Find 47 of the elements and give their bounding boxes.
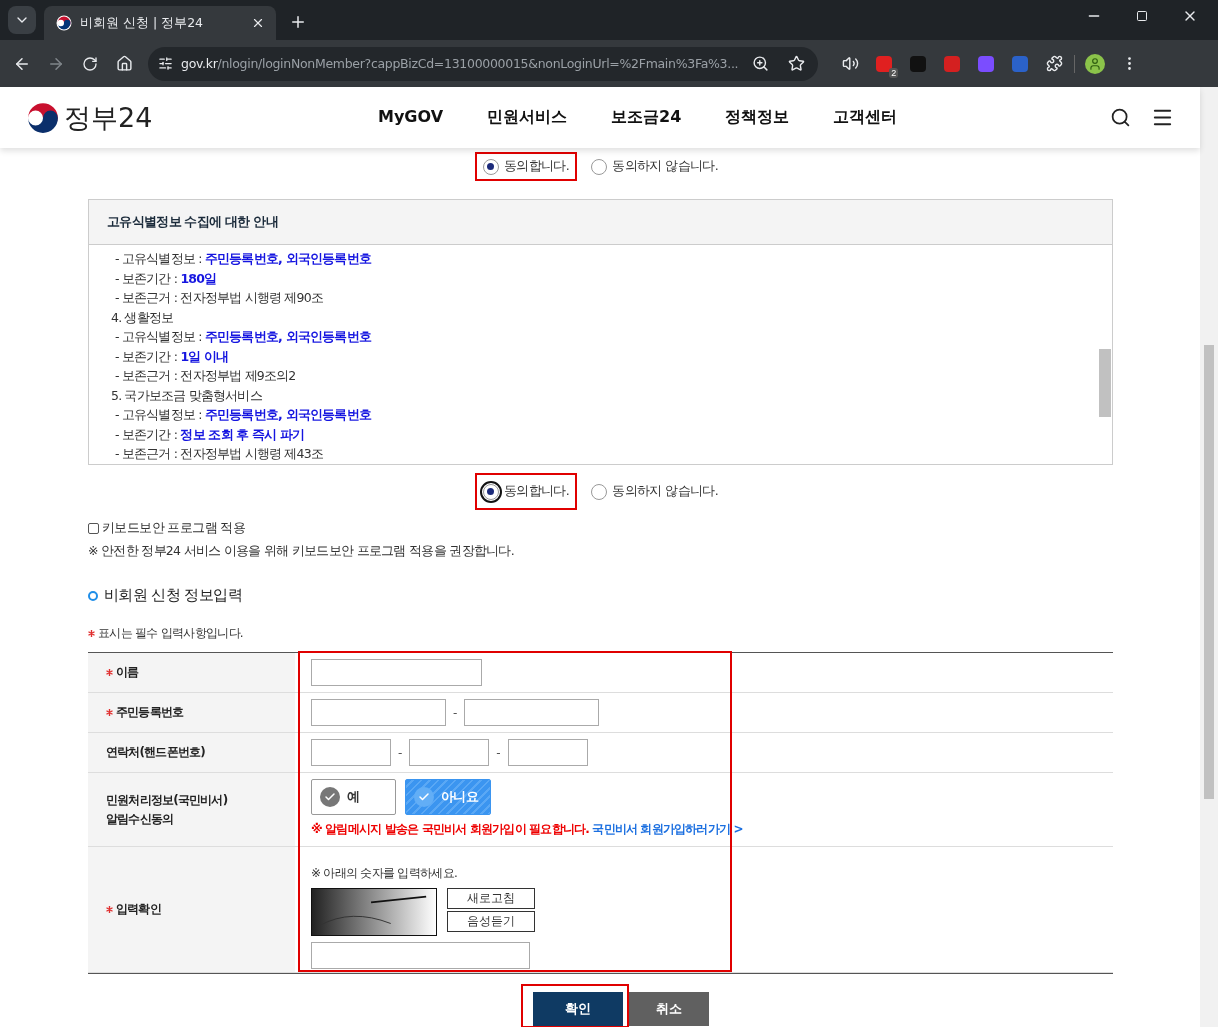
notice-line: 4. 생활정보: [111, 308, 175, 327]
nav-link[interactable]: 민원서비스: [465, 107, 590, 128]
notice-line: - 보존근거 : 전자정부법 시행령 제43조: [114, 445, 325, 463]
section-title: 비회원 신청 정보입력: [104, 586, 242, 605]
tab-title: 비회원 신청 | 정부24: [80, 14, 205, 32]
field-label: 이름: [116, 664, 139, 681]
nav-link[interactable]: 고객센터: [811, 107, 920, 128]
extension-badge: 2: [889, 67, 899, 78]
url-text: gov.kr/nlogin/loginNonMember?cappBizCd=13100000015&nonLoginUrl=%2Fmain%3Fa%3...: [181, 56, 739, 71]
notice-line: - 보존기간 : 1일 이내: [114, 347, 230, 366]
choice-button[interactable]: 예: [311, 779, 396, 815]
nav-link[interactable]: MyGOV: [356, 107, 466, 128]
radio-option[interactable]: 동의하지 않습니다.: [583, 477, 727, 506]
captcha-button[interactable]: 새로고침: [447, 888, 535, 909]
captcha-button[interactable]: 음성듣기: [447, 911, 535, 932]
notice-line: - 고유식별정보 : 주민등록번호, 외국인등록번호: [114, 328, 373, 346]
radio-option[interactable]: 동의하지 않습니다.: [583, 152, 727, 181]
field-label: 연락처(핸드폰번호): [106, 744, 205, 761]
browser-tab[interactable]: 비회원 신청 | 정부24: [44, 6, 276, 40]
confirm-button[interactable]: 확인: [532, 992, 623, 1026]
nav-link[interactable]: 정책정보: [703, 107, 812, 128]
signup-link[interactable]: 국민비서 회원가입하러가기 >: [592, 822, 743, 836]
notice-line: - 고유식별정보 : 주민등록번호, 외국인등록번호: [114, 406, 373, 424]
nav-link[interactable]: 보조금24: [589, 107, 704, 128]
instruction-text: ※ 아래의 숫자를 입력하세요.: [311, 865, 459, 882]
address-bar[interactable]: gov.kr/nlogin/loginNonMember?cappBizCd=13100000015&nonLoginUrl=%2Fmain%3Fa%3...: [148, 46, 819, 81]
separator-text: -: [453, 705, 458, 720]
cancel-button[interactable]: 취소: [628, 992, 709, 1026]
notice-line: - 보존기간 : 180일: [114, 269, 218, 288]
separator-text: -: [398, 745, 403, 760]
field-label: 주민등록번호: [116, 704, 184, 721]
field-label: 입력확인: [116, 901, 161, 918]
logo-text: 정부24: [64, 100, 153, 135]
notice-line: 5. 국가보조금 맞춤형서비스: [111, 386, 263, 405]
warning-text: ※ 알림메시지 발송은 국민비서 회원가입이 필요합니다. 국민비서 회원가입하러가기 >: [311, 821, 744, 838]
notice-title: 고유식별정보 수집에 대한 안내: [89, 200, 1112, 245]
notice-line: - 고유식별정보 : 주민등록번호, 외국인등록번호: [114, 250, 373, 268]
required-note: 표시는 필수 입력사항입니다.: [98, 625, 243, 642]
radio-option[interactable]: 동의합니다.: [474, 152, 578, 181]
notice-line: - 보존근거 : 전자정부법 시행령 제90조: [114, 289, 325, 307]
radio-option[interactable]: 동의합니다.: [474, 477, 578, 506]
notice-text: ※ 안전한 정부24 서비스 이용을 위해 키보드보안 프로그램 적용을 권장합니다.: [88, 543, 515, 560]
separator-text: -: [496, 745, 501, 760]
field-label: 민원처리정보(국민비서) 알림수신동의: [106, 791, 228, 828]
checkbox[interactable]: 키보드보안 프로그램 적용: [88, 520, 1113, 537]
notice-line: - 보존근거 : 전자정부법 제9조의2: [114, 367, 297, 385]
notice-line: - 보존기간 : 정보 조회 후 즉시 파기: [114, 425, 306, 444]
